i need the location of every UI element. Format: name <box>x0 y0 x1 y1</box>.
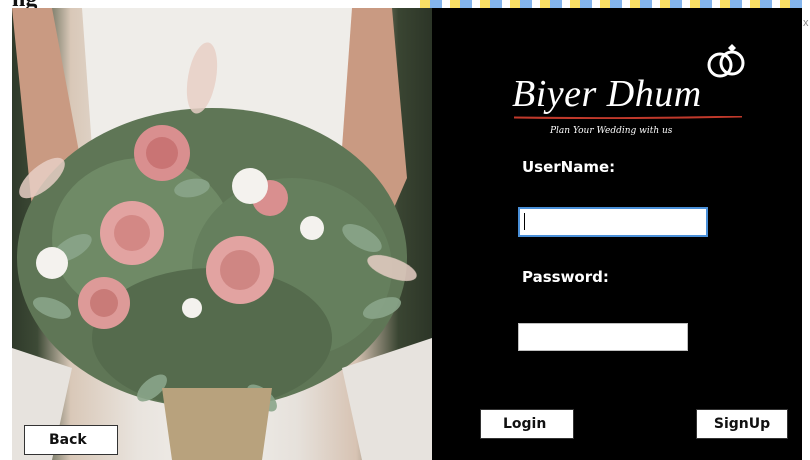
bouquet-illustration <box>12 8 432 460</box>
bridal-bouquet-photo <box>12 8 432 460</box>
stems <box>162 388 272 460</box>
brand-underline <box>514 116 742 119</box>
login-panel: Biyer Dhum Plan Your Wedding with us Use… <box>432 8 802 460</box>
login-button[interactable]: Login <box>480 409 574 439</box>
username-label: UserName: <box>522 158 616 176</box>
password-input[interactable] <box>518 323 688 351</box>
text-caret <box>524 213 525 230</box>
brand-tagline: Plan Your Wedding with us <box>550 126 673 136</box>
top-strip: ng <box>0 0 810 12</box>
back-button[interactable]: Back <box>24 425 118 455</box>
close-icon[interactable]: x <box>803 18 809 29</box>
signup-button[interactable]: SignUp <box>696 409 788 439</box>
banner-decoration <box>420 0 810 8</box>
login-window: ng <box>0 0 810 460</box>
wedding-rings-icon <box>707 44 745 78</box>
username-input[interactable] <box>518 207 708 237</box>
password-label: Password: <box>522 268 609 286</box>
brand-logo-text: Biyer Dhum <box>512 73 702 115</box>
